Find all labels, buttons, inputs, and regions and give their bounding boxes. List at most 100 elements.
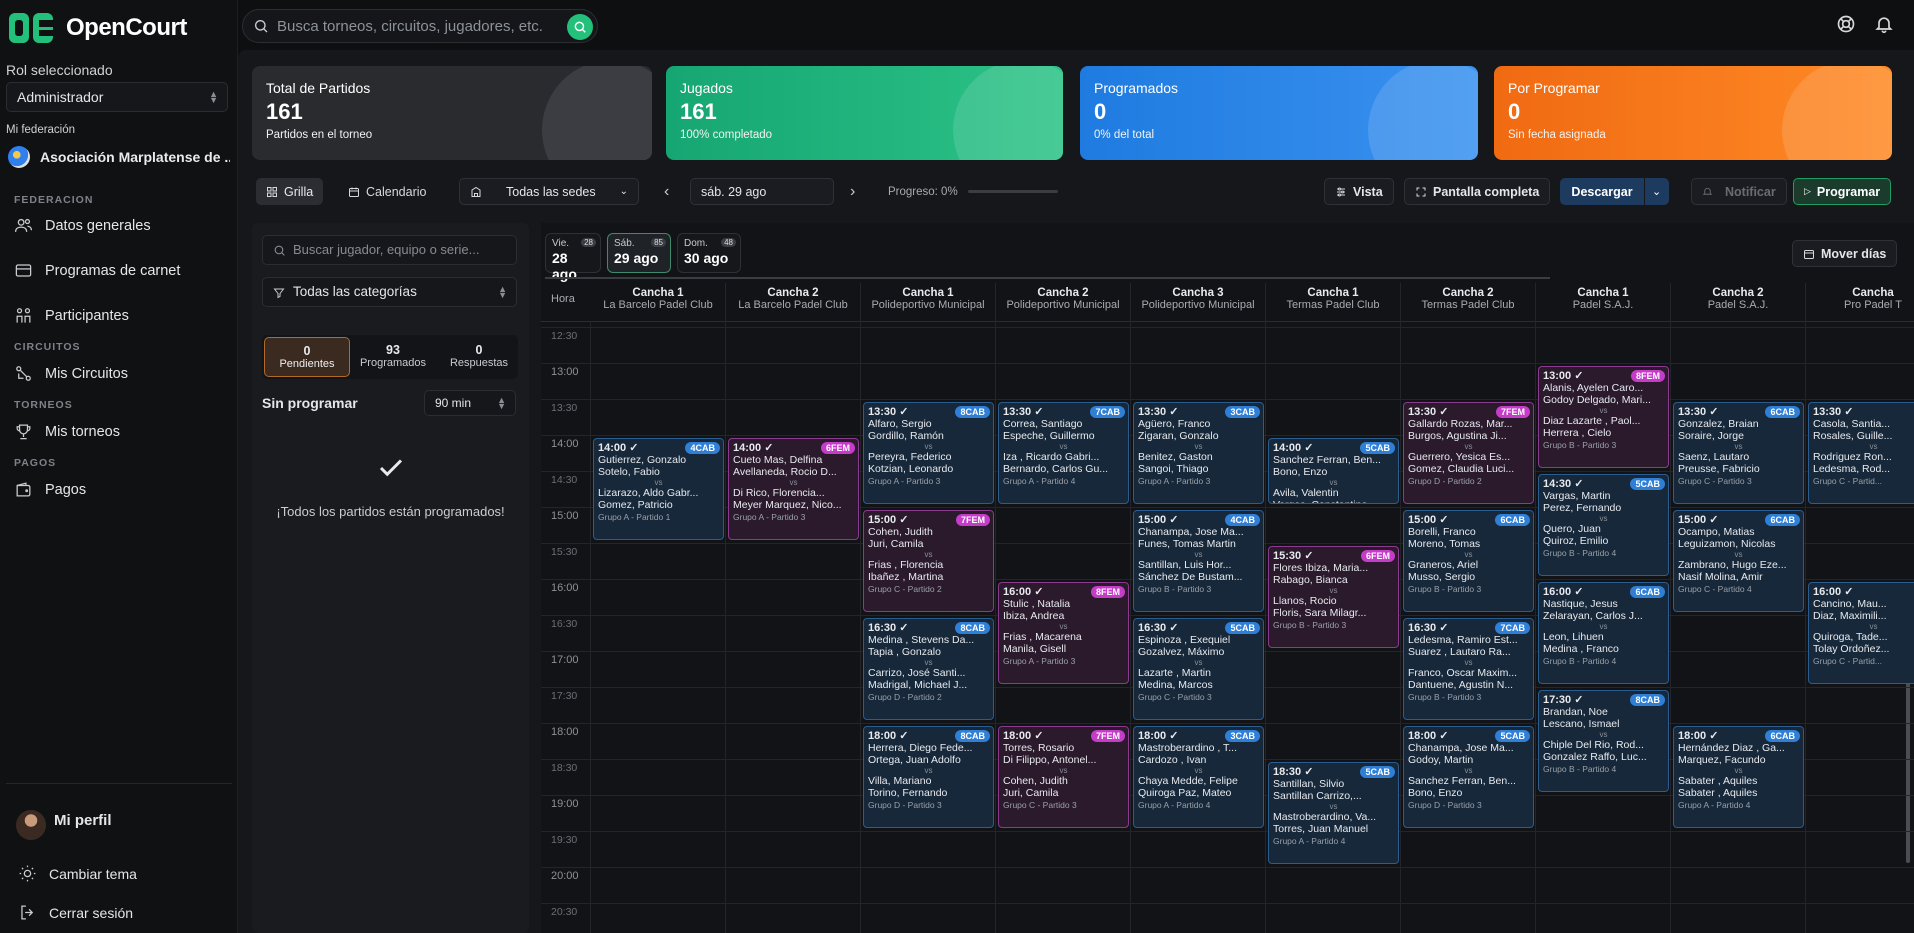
day-tab-sunday[interactable]: Dom. 48 30 ago	[677, 233, 741, 273]
nav-mis-torneos[interactable]: Mis torneos	[14, 422, 120, 441]
player-search[interactable]: Buscar jugador, equipo o serie...	[262, 235, 517, 265]
match-card[interactable]: 13:30 ✓ 7CAB Correa, Santiago Espeche, Guil…	[998, 402, 1129, 504]
view-options-button[interactable]: Vista	[1324, 178, 1394, 205]
venue-select[interactable]: Todas las sedes ⌄	[459, 178, 639, 205]
day-tab-friday[interactable]: Vie. 28 28 ago	[545, 233, 601, 282]
match-card[interactable]: 13:30 ✓ 7FEM Gallardo Rozas, Mar... Burgos,…	[1403, 402, 1534, 504]
match-card[interactable]: 14:00 ✓ 5CAB Sanchez Ferran, Ben... Bono, E…	[1268, 438, 1399, 504]
date-picker-input[interactable]: sáb. 29 ago	[690, 178, 834, 205]
team-a-player: Correa, Santiago	[1003, 418, 1083, 430]
help-lifebuoy-icon[interactable]	[1836, 14, 1856, 34]
match-card[interactable]: 14:00 ✓ 6FEM Cueto Mas, Delfina Avellaneda,…	[728, 438, 859, 540]
versus-label: vs	[1869, 622, 1878, 631]
nav-mis-circuitos[interactable]: Mis Circuitos	[14, 364, 128, 383]
match-card[interactable]: 18:00 ✓ 5CAB Chanampa, Jose Ma... Godoy, Ma…	[1403, 726, 1534, 828]
match-card[interactable]: 18:00 ✓ 3CAB Mastroberardino , T... Cardozo…	[1133, 726, 1264, 828]
grid-view-tab[interactable]: Grilla	[256, 178, 324, 205]
prev-day-button[interactable]: ‹	[658, 178, 675, 205]
app-name: OpenCourt	[66, 14, 187, 41]
tab-pendientes[interactable]: 0 Pendientes	[264, 337, 350, 377]
match-card[interactable]: 16:30 ✓ 5CAB Espinoza , Exequiel Gozalvez, …	[1133, 618, 1264, 720]
match-card[interactable]: 16:30 ✓ 8CAB Medina , Stevens Da... Tapia ,…	[863, 618, 994, 720]
federation-selector[interactable]: Asociación Marplatense de ...	[8, 146, 230, 168]
match-card[interactable]: 13:30 ✓ 8CAB Alfaro, Sergio Gordillo, Ramón…	[863, 402, 994, 504]
tab-programados[interactable]: 93 Programados	[350, 337, 436, 377]
nav-pagos[interactable]: Pagos	[14, 480, 86, 499]
match-card[interactable]: 14:30 ✓ 5CAB Vargas, Martin Perez, Fernando…	[1538, 474, 1669, 576]
versus-label: vs	[1464, 766, 1473, 775]
match-card[interactable]: 15:00 ✓ 6CAB Borelli, Franco Moreno, Tomas v…	[1403, 510, 1534, 612]
match-card[interactable]: 13:30 ✓ 3CAB Agüero, Franco Zigaran, Gonzal…	[1133, 402, 1264, 504]
next-day-button[interactable]: ›	[844, 178, 861, 205]
versus-label: vs	[1599, 406, 1608, 415]
match-group: Grupo B - Partido 3	[1408, 584, 1482, 594]
team-b-player: Bernardo, Carlos Gu...	[1003, 463, 1109, 475]
match-card[interactable]: 18:30 ✓ 5CAB Santillan, Silvio Santillan Ca…	[1268, 762, 1399, 864]
team-b-player: Frias , Florencia	[868, 559, 944, 571]
match-card[interactable]: 15:00 ✓ 4CAB Chanampa, Jose Ma... Funes, To…	[1133, 510, 1264, 612]
venue-name: Padel S.A.J.	[1707, 299, 1769, 311]
match-card[interactable]: 16:30 ✓ 7CAB Ledesma, Ramiro Est... Suarez …	[1403, 618, 1534, 720]
fullscreen-button[interactable]: Pantalla completa	[1404, 178, 1551, 205]
team-b-player: Gonzalez Raffo, Luc...	[1543, 751, 1647, 763]
time-label: 16:00	[551, 582, 579, 594]
match-card[interactable]: 17:30 ✓ 8CAB Brandan, Noe Lescano, Ismael vs…	[1538, 690, 1669, 792]
profile-link[interactable]: Mi perfil	[16, 810, 112, 840]
team-a-player: Suarez , Lautaro Ra...	[1408, 646, 1511, 658]
match-card[interactable]: 15:00 ✓ 7FEM Cohen, Judith Juri, Camila vs Fr…	[863, 510, 994, 612]
team-b-player: Bono, Enzo	[1408, 787, 1463, 799]
horizontal-scrollbar[interactable]	[545, 277, 1550, 279]
logout-button[interactable]: Cerrar sesión	[18, 903, 133, 922]
tab-respuestas[interactable]: 0 Respuestas	[436, 337, 522, 377]
column-line	[1535, 321, 1536, 933]
match-group: Grupo B - Partido 4	[1543, 656, 1617, 666]
match-card[interactable]: 18:00 ✓ 6CAB Hernández Diaz , Ga... Marquez…	[1673, 726, 1804, 828]
role-select[interactable]: Administrador ▲ ▼	[6, 82, 228, 112]
match-group: Grupo B - Partido 4	[1543, 764, 1617, 774]
download-options-button[interactable]: ⌄	[1645, 178, 1669, 205]
category-select[interactable]: Todas las categorías ▲ ▼	[262, 277, 517, 307]
time-row-line	[541, 831, 1914, 832]
global-search-input[interactable]	[277, 17, 567, 35]
notify-button[interactable]: Notificar	[1691, 178, 1787, 205]
nav-programas-carnet[interactable]: Programas de carnet	[14, 261, 180, 280]
change-theme-button[interactable]: Cambiar tema	[18, 864, 137, 883]
match-card[interactable]: 13:00 ✓ 8FEM Alanis, Ayelen Caro... Godoy D…	[1538, 366, 1669, 468]
match-card[interactable]: 13:30 ✓ 6CAB Gonzalez, Braian Soraire, Jorg…	[1673, 402, 1804, 504]
expand-icon	[1416, 187, 1426, 196]
venue-name: Polideportivo Municipal	[1141, 299, 1255, 311]
calendar-view-tab[interactable]: Calendario	[338, 178, 436, 205]
match-card[interactable]: 13:30 ✓ Casola, Santia... Rosales, Guille.…	[1808, 402, 1914, 504]
download-button[interactable]: Descargar	[1560, 178, 1644, 205]
match-card[interactable]: 14:00 ✓ 4CAB Gutierrez, Gonzalo Sotelo, Fab…	[593, 438, 724, 540]
date-value: sáb. 29 ago	[701, 184, 767, 199]
column-line	[1400, 321, 1401, 933]
tab-count: 0	[303, 344, 311, 358]
move-days-button[interactable]: Mover días	[1792, 240, 1898, 267]
day-tab-saturday[interactable]: Sáb. 85 29 ago	[607, 233, 671, 273]
bell-icon[interactable]	[1874, 14, 1894, 34]
match-card[interactable]: 15:30 ✓ 6FEM Flores Ibiza, Maria... Rabago,…	[1268, 546, 1399, 648]
nav-participantes[interactable]: Participantes	[14, 306, 129, 325]
search-submit-button[interactable]	[567, 14, 593, 40]
duration-input[interactable]: 90 min ▲ ▼	[424, 390, 516, 416]
users-icon	[14, 218, 33, 232]
court-column-header: Cancha 2 Termas Padel Club	[1401, 283, 1536, 321]
match-card[interactable]: 16:00 ✓ 6CAB Nastique, Jesus Zelarayan, Car…	[1538, 582, 1669, 684]
nav-datos-generales[interactable]: Datos generales	[14, 216, 151, 235]
court-name: Cancha 2	[1712, 287, 1764, 299]
team-b-player: Frias , Macarena	[1003, 631, 1082, 643]
schedule-button[interactable]: ▷ Programar	[1793, 178, 1892, 205]
match-card[interactable]: 15:00 ✓ 6CAB Ocampo, Matias Leguizamon, Nic…	[1673, 510, 1804, 612]
match-group: Grupo A - Partido 4	[1003, 476, 1076, 486]
match-card[interactable]: 16:00 ✓ 8FEM Stulic , Natalia Ibiza, Andrea…	[998, 582, 1129, 684]
match-card[interactable]: 18:00 ✓ 7FEM Torres, Rosario Di Filippo, An…	[998, 726, 1129, 828]
match-card[interactable]: 16:00 ✓ Cancino, Mau... Diaz, Maximili... v…	[1808, 582, 1914, 684]
sidebar-divider	[6, 783, 232, 784]
app-logo[interactable]: OpenCourt	[8, 10, 187, 46]
team-a-player: Burgos, Agustina Ji...	[1408, 430, 1507, 442]
time-label: 18:30	[551, 762, 578, 774]
court-column-header: Cancha 2 Padel S.A.J.	[1671, 283, 1806, 321]
venue-name: La Barcelo Padel Club	[738, 299, 848, 311]
match-card[interactable]: 18:00 ✓ 8CAB Herrera, Diego Fede... Ortega,…	[863, 726, 994, 828]
